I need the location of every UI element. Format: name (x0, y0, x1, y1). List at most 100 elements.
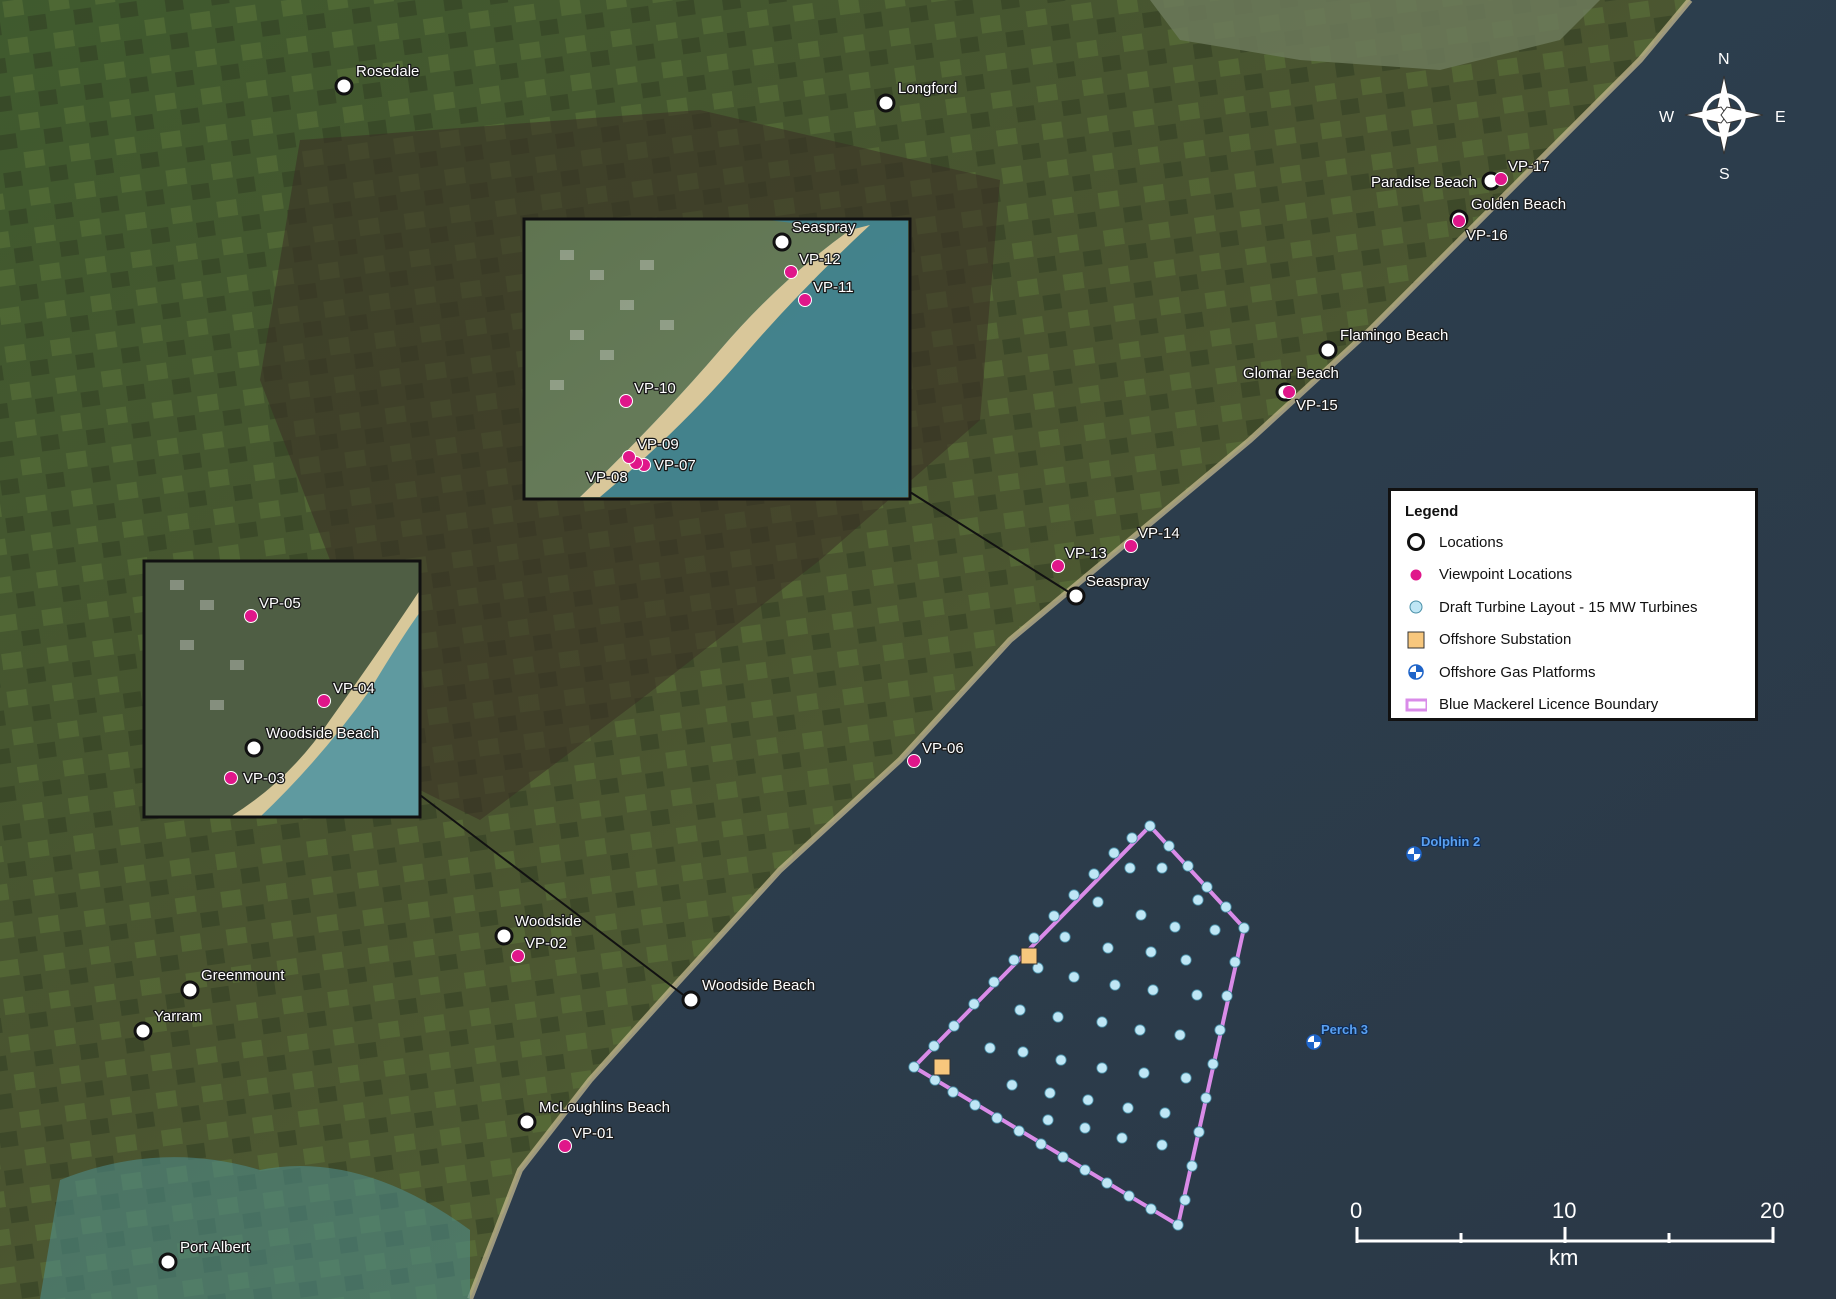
turbine-marker (1186, 1160, 1198, 1172)
turbine-marker (1068, 889, 1080, 901)
viewpoint-dot-icon (619, 394, 633, 408)
legend-label: Offshore Substation (1439, 631, 1572, 649)
location-label: Longford (898, 80, 957, 97)
viewpoint-dot-icon (1405, 564, 1427, 586)
legend-item-locations: Locations (1405, 526, 1741, 559)
location-label: McLoughlins Beach (539, 1099, 670, 1116)
turbine-marker (1109, 979, 1121, 991)
turbine-marker (1052, 1011, 1064, 1023)
legend-title: Legend (1405, 503, 1459, 520)
turbine-marker (1108, 847, 1120, 859)
viewpoint-label: VP-15 (1296, 397, 1338, 414)
compass-e: E (1775, 109, 1786, 126)
substation-marker[interactable] (933, 1058, 951, 1076)
turbine-marker (1014, 1004, 1026, 1016)
viewpoint-vp03[interactable]: VP-03 (224, 769, 286, 788)
turbine-marker (929, 1074, 941, 1086)
turbine-marker (1006, 1079, 1018, 1091)
turbine-marker (1102, 942, 1114, 954)
location-label: Woodside Beach (266, 725, 379, 742)
turbine-marker (1013, 1125, 1025, 1137)
viewpoint-label: VP-16 (1466, 227, 1508, 244)
turbine-marker (969, 1099, 981, 1111)
viewpoint-label: VP-08 (586, 469, 628, 486)
viewpoint-label: VP-14 (1138, 525, 1180, 542)
compass-n: N (1718, 51, 1730, 68)
turbine-marker (1096, 1062, 1108, 1074)
turbine-marker (1174, 1029, 1186, 1041)
gas-platform-label: Perch 3 (1321, 1022, 1368, 1037)
legend-item-gas-platforms: Offshore Gas Platforms (1405, 656, 1741, 689)
viewpoint-label: VP-01 (572, 1125, 614, 1142)
turbine-marker (1209, 924, 1221, 936)
inset-seaspray (522, 217, 912, 501)
viewpoint-dot-icon (784, 265, 798, 279)
location-circle-icon (1405, 531, 1427, 553)
location-circle-icon (158, 1252, 178, 1272)
turbine-marker (1122, 1102, 1134, 1114)
turbine-marker (1138, 1067, 1150, 1079)
viewpoint-dot-icon (907, 754, 921, 768)
turbine-marker (1169, 921, 1181, 933)
location-circle-icon (334, 76, 354, 96)
compass-s: S (1719, 166, 1730, 183)
viewpoint-dot-icon (1494, 172, 1508, 186)
turbine-marker (1221, 990, 1233, 1002)
turbine-marker (1207, 1058, 1219, 1070)
turbine-marker (1192, 894, 1204, 906)
viewpoint-label: VP-04 (333, 680, 375, 697)
turbine-marker (1028, 932, 1040, 944)
viewpoint-dot-icon (1452, 214, 1466, 228)
location-circle-icon (681, 990, 701, 1010)
turbine-marker (1068, 971, 1080, 983)
turbine-marker (1220, 901, 1232, 913)
scale-tick-20: 20 (1760, 1198, 1784, 1223)
turbine-marker (1042, 1114, 1054, 1126)
gas-platform-label: Dolphin 2 (1421, 834, 1480, 849)
turbine-marker (1179, 1194, 1191, 1206)
turbine-marker (1135, 909, 1147, 921)
location-circle-icon (1318, 340, 1338, 360)
viewpoint-label: VP-03 (243, 770, 285, 787)
turbine-marker (948, 1020, 960, 1032)
turbine-marker (1101, 1177, 1113, 1189)
viewpoint-dot-icon (511, 949, 525, 963)
turbine-marker (968, 998, 980, 1010)
viewpoint-label: VP-09 (637, 436, 679, 453)
turbine-marker (1079, 1122, 1091, 1134)
legend-item-substation: Offshore Substation (1405, 624, 1741, 657)
location-label: Glomar Beach (1243, 365, 1339, 382)
viewpoint-label: VP-10 (634, 380, 676, 397)
turbine-marker (984, 1042, 996, 1054)
location-circle-icon (772, 232, 792, 252)
substation-marker[interactable] (1020, 947, 1038, 965)
scale-unit: km (1549, 1245, 1578, 1270)
legend-label: Draft Turbine Layout - 15 MW Turbines (1439, 598, 1698, 616)
turbine-marker (1180, 1072, 1192, 1084)
turbine-marker (1079, 1164, 1091, 1176)
viewpoint-vp07[interactable]: VP-07 (637, 456, 697, 475)
turbine-marker (1182, 860, 1194, 872)
turbine-marker (1172, 1219, 1184, 1231)
location-circle-icon (180, 980, 200, 1000)
turbine-marker (991, 1112, 1003, 1124)
location-label: Seaspray (1086, 573, 1150, 590)
legend-label: Locations (1439, 533, 1504, 551)
viewpoint-dot-icon (1051, 559, 1065, 573)
turbine-marker (1055, 1054, 1067, 1066)
viewpoint-dot-icon (1282, 385, 1296, 399)
legend-item-boundary: Blue Mackerel Licence Boundary (1405, 689, 1741, 722)
viewpoint-dot-icon (798, 293, 812, 307)
viewpoint-label: VP-05 (259, 595, 301, 612)
location-label: Seaspray (792, 219, 856, 236)
viewpoint-dot-icon (558, 1139, 572, 1153)
turbine-marker (1200, 1092, 1212, 1104)
turbine-marker (1096, 1016, 1108, 1028)
turbine-marker (1156, 1139, 1168, 1151)
location-label: Yarram (154, 1008, 202, 1025)
turbine-marker (1156, 862, 1168, 874)
legend-label: Blue Mackerel Licence Boundary (1439, 696, 1659, 714)
viewpoint-label: VP-07 (654, 457, 696, 474)
legend: Legend Locations Viewpoint Locations Dra… (1388, 488, 1758, 721)
legend-label: Offshore Gas Platforms (1439, 663, 1596, 681)
